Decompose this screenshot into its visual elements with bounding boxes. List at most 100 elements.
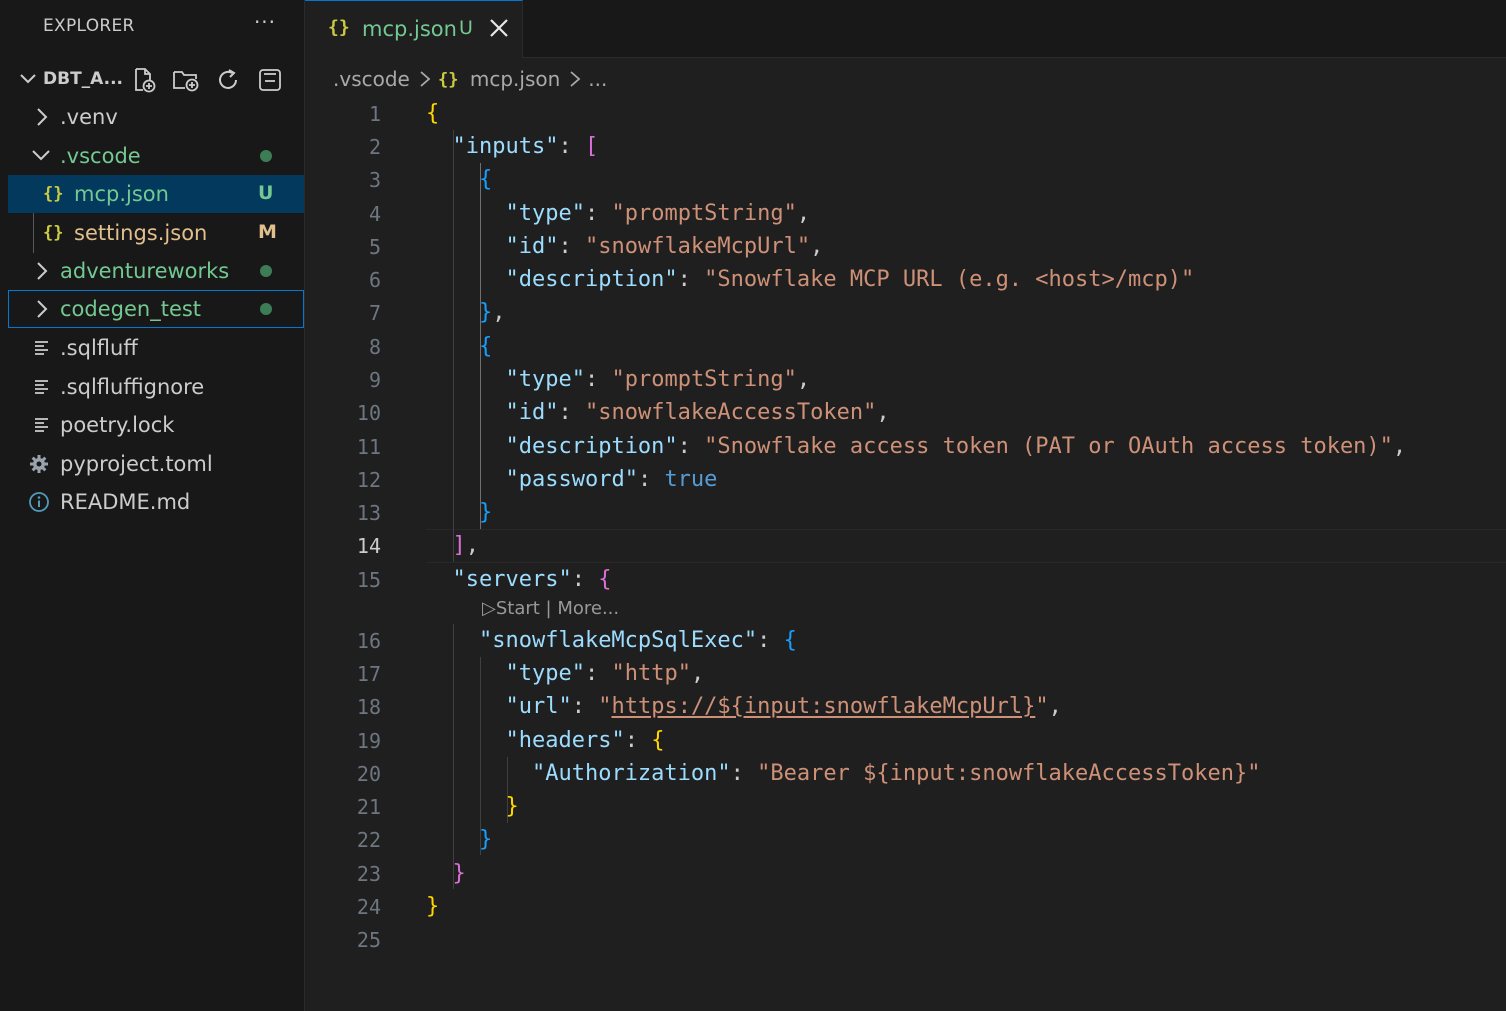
tree-item-label: pyproject.toml <box>60 452 213 476</box>
line-number: 8 <box>368 335 381 359</box>
code-line: } <box>426 894 440 919</box>
new-file-icon[interactable] <box>128 64 160 96</box>
code-line: "id": "snowflakeMcpUrl", <box>505 234 824 259</box>
code-line: "headers": { <box>505 728 665 753</box>
tree-file-readme-md[interactable]: README.md <box>8 483 304 521</box>
code-line: "description": "Snowflake MCP URL (e.g. … <box>505 267 1195 292</box>
url-link[interactable]: https://${input:snowflakeMcpUrl} <box>611 694 1035 719</box>
code-line: "type": "promptString", <box>505 367 811 392</box>
more-actions-icon[interactable]: ··· <box>253 10 277 34</box>
line-number: 16 <box>356 629 381 653</box>
git-status-badge: U <box>258 182 274 204</box>
chevron-right-icon <box>32 260 52 286</box>
mcp-server-codelens[interactable]: ▷Start | More... <box>482 598 619 619</box>
svg-text:{}: {} <box>438 70 458 90</box>
svg-text:{}: {} <box>43 223 63 243</box>
code-line: "type": "promptString", <box>505 201 811 226</box>
line-number: 18 <box>356 695 381 719</box>
line-number: 5 <box>368 235 381 259</box>
tree-file-poetry-lock[interactable]: poetry.lock <box>8 406 304 444</box>
line-number: 11 <box>356 435 381 459</box>
tree-item-label: .vscode <box>60 144 141 168</box>
chevron-right-icon <box>32 106 52 132</box>
line-number: 1 <box>368 102 381 126</box>
workspace-root[interactable]: DBT_A... <box>8 60 304 98</box>
svg-text:{}: {} <box>43 184 63 204</box>
line-number: 4 <box>368 202 381 226</box>
git-status-badge: U <box>459 17 473 39</box>
tree-file-sqlfluff[interactable]: .sqlfluff <box>8 329 304 367</box>
text-file-icon <box>33 416 51 438</box>
code-editor[interactable]: 1 2 3 4 5 6 7 8 9 10 11 12 13 14 15 16 1… <box>305 96 1506 1011</box>
breadcrumb: .vscode {} mcp.json ... <box>333 64 607 94</box>
text-file-icon <box>33 378 51 400</box>
line-number: 19 <box>356 729 381 753</box>
code-line: "url": "https://${input:snowflakeMcpUrl}… <box>505 694 1062 719</box>
code-line: "password": true <box>505 467 718 492</box>
chevron-right-icon <box>418 69 432 89</box>
collapse-all-icon[interactable] <box>254 64 286 96</box>
line-number: 2 <box>368 135 381 159</box>
info-icon <box>28 491 50 517</box>
tree-item-label: adventureworks <box>60 259 230 283</box>
code-line: } <box>478 500 493 525</box>
editor-tab-bar: {} mcp.json U <box>305 0 1506 58</box>
tree-file-pyproject-toml[interactable]: pyproject.toml <box>8 445 304 483</box>
untracked-dot <box>260 265 272 277</box>
git-status-badge: M <box>258 221 277 243</box>
json-file-icon: {} <box>438 68 460 90</box>
tree-item-label: .sqlfluff <box>60 336 138 360</box>
tree-file-settings-json[interactable]: {} settings.json M <box>8 214 304 252</box>
code-line: "inputs": [ <box>452 134 599 159</box>
breadcrumb-file[interactable]: mcp.json <box>470 67 560 91</box>
svg-text:{}: {} <box>328 17 350 38</box>
tree-folder-codegen-test[interactable]: codegen_test <box>8 290 304 328</box>
code-line: "description": "Snowflake access token (… <box>505 434 1407 459</box>
tree-item-label: settings.json <box>74 221 208 245</box>
chevron-down-icon <box>18 68 38 92</box>
line-number: 13 <box>356 501 381 525</box>
line-number: 15 <box>356 568 381 592</box>
tree-file-mcp-json[interactable]: {} mcp.json U <box>8 175 304 213</box>
tree-folder-adventureworks[interactable]: adventureworks <box>8 252 304 290</box>
tab-label: mcp.json <box>362 17 457 41</box>
code-line: }, <box>478 300 506 325</box>
breadcrumb-symbol[interactable]: ... <box>588 67 607 91</box>
untracked-dot <box>260 150 272 162</box>
code-line: } <box>505 794 519 819</box>
chevron-right-icon <box>32 298 52 324</box>
untracked-dot <box>260 303 272 315</box>
line-number: 22 <box>356 828 381 852</box>
tab-mcp-json[interactable]: {} mcp.json U <box>305 0 523 58</box>
json-file-icon: {} <box>327 15 351 43</box>
line-number: 20 <box>356 762 381 786</box>
tree-folder-venv[interactable]: .venv <box>8 98 304 136</box>
code-line: { <box>478 334 493 359</box>
code-line: } <box>478 827 493 852</box>
line-number: 21 <box>356 795 381 819</box>
refresh-icon[interactable] <box>212 64 244 96</box>
line-number: 6 <box>368 268 381 292</box>
line-number: 24 <box>356 895 381 919</box>
tree-file-sqlfluffignore[interactable]: .sqlfluffignore <box>8 368 304 406</box>
line-number: 10 <box>356 401 381 425</box>
close-icon[interactable] <box>488 17 510 39</box>
chevron-down-icon <box>30 145 52 169</box>
gear-icon <box>28 453 50 479</box>
code-line: { <box>478 167 493 192</box>
code-line: "servers": { <box>452 567 612 592</box>
tree-folder-vscode[interactable]: .vscode <box>8 137 304 175</box>
breadcrumb-folder[interactable]: .vscode <box>333 67 410 91</box>
code-line: { <box>426 101 440 126</box>
line-number: 25 <box>356 928 381 952</box>
line-number-active: 14 <box>356 534 381 558</box>
line-number: 17 <box>356 662 381 686</box>
chevron-right-icon <box>568 69 582 89</box>
explorer-sidebar: EXPLORER ··· DBT_A... .venv .vscode {} m… <box>0 0 305 1011</box>
new-folder-icon[interactable] <box>170 64 202 96</box>
tree-item-label: .venv <box>60 105 118 129</box>
code-line: "type": "http", <box>505 661 705 686</box>
tree-item-label: .sqlfluffignore <box>60 375 205 399</box>
code-line: "snowflakeMcpSqlExec": { <box>478 628 797 653</box>
json-file-icon: {} <box>42 182 66 208</box>
